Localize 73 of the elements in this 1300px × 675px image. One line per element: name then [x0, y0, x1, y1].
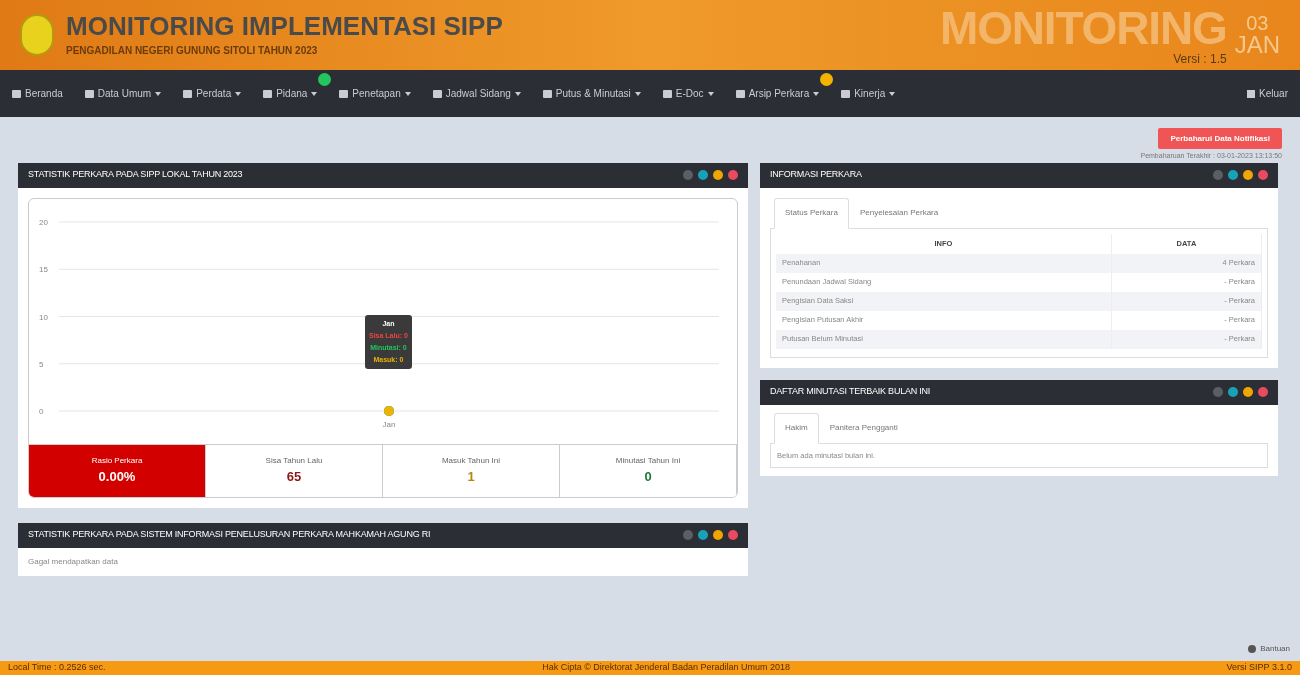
stat-value: 65 [286, 467, 302, 486]
panel-title: DAFTAR MINUTASI TERBAIK BULAN INI [770, 385, 931, 399]
nav-link[interactable]: Pidana [263, 86, 318, 101]
refresh-icon[interactable] [698, 170, 708, 180]
footer-text: Local Time : 0.2526 sec. [8, 661, 106, 675]
logout-icon [1247, 89, 1256, 98]
y-tick-label: 10 [39, 312, 48, 321]
stat-label: Masuk Tahun Ini [441, 454, 501, 467]
nav-icon [542, 89, 552, 98]
nav-icon [263, 89, 273, 98]
stat-label: Rasio Perkara [91, 454, 143, 467]
tab[interactable]: Status Perkara [774, 197, 849, 229]
help-icon [1248, 645, 1257, 653]
nav-icon [183, 89, 193, 98]
tab[interactable]: Penyelesaian Perkara [848, 197, 950, 228]
logo-icon [20, 14, 54, 56]
close-icon[interactable] [1258, 170, 1268, 180]
nav-icon [12, 89, 21, 98]
stat-label: Sisa Tahun Lalu [265, 454, 323, 467]
nav-link[interactable]: E-Doc [662, 86, 714, 101]
tab[interactable]: Panitera Pengganti [818, 412, 909, 443]
status-message: Gagal mendapatkan data [28, 555, 119, 568]
version-text: Versi SIPP 3.1.0 [1226, 661, 1292, 675]
close-icon[interactable] [728, 530, 738, 540]
y-tick-label: 15 [39, 264, 48, 274]
nav-link[interactable]: Arsip Perkara [735, 86, 820, 101]
panel-title: STATISTIK PERKARA PADA SIPP LOKAL TAHUN 2023 [28, 168, 243, 182]
nav-link[interactable]: Kinerja [841, 86, 896, 101]
help-icon[interactable] [1213, 170, 1223, 180]
nav-icon [735, 89, 745, 98]
nav-icon [662, 89, 672, 98]
month-text: JAN [1234, 33, 1280, 57]
nav-icon [339, 89, 349, 98]
minimize-icon[interactable] [713, 530, 723, 540]
refresh-icon[interactable] [1228, 170, 1238, 180]
stat-value: 0 [644, 467, 652, 486]
banner-text: MONITORING [940, 5, 1227, 51]
help-icon[interactable] [1213, 387, 1223, 397]
nav-link[interactable]: Beranda [12, 86, 63, 101]
minimize-icon[interactable] [713, 170, 723, 180]
copyright-text: Hak Cipta © Direktorat Jenderal Badan Peradilan Umum 2018 [542, 661, 790, 675]
stat-value: 1 [467, 467, 475, 486]
stat-value: 0.00% [98, 467, 136, 486]
refresh-icon[interactable] [1228, 387, 1238, 397]
minimize-icon[interactable] [1243, 170, 1253, 180]
nav-link[interactable]: Penetapan [339, 86, 411, 101]
y-tick-label: 5 [39, 359, 44, 369]
tab[interactable]: Hakim [774, 412, 819, 444]
y-tick-label: 0 [39, 406, 44, 416]
nav-link[interactable]: Jadwal Sidang [432, 86, 521, 101]
help-icon[interactable] [683, 530, 693, 540]
close-icon[interactable] [728, 170, 738, 180]
x-tick-label: Jan [382, 419, 396, 429]
nav-link[interactable]: Data Umum [84, 86, 162, 101]
panel-title: INFORMASI PERKARA [770, 168, 862, 182]
logout-link[interactable]: Keluar [1247, 86, 1288, 101]
y-tick-label: 20 [39, 217, 48, 227]
stat-label: Minutasi Tahun Ini [615, 454, 681, 467]
nav-link[interactable]: Perdata [183, 86, 242, 101]
day-text: 03 [1246, 13, 1269, 33]
help-link[interactable]: Bantuan [1248, 643, 1290, 655]
help-icon[interactable] [683, 170, 693, 180]
app-title: MONITORING IMPLEMENTASI SIPP [66, 12, 503, 39]
minimize-icon[interactable] [1243, 387, 1253, 397]
refresh-icon[interactable] [698, 530, 708, 540]
close-icon[interactable] [1258, 387, 1268, 397]
nav-icon [84, 89, 94, 98]
panel-title: STATISTIK PERKARA PADA SISTEM INFORMASI PENELUSURAN PERKARA MAHKAMAH AGUNG RI [28, 528, 431, 542]
version-text: Versi : 1.5 [1173, 53, 1227, 65]
nav-icon [432, 89, 442, 98]
nav-icon [841, 89, 851, 98]
app-subtitle: PENGADILAN NEGERI GUNUNG SITOLI TAHUN 2023 [66, 43, 319, 58]
nav-link[interactable]: Putus & Minutasi [542, 86, 641, 101]
